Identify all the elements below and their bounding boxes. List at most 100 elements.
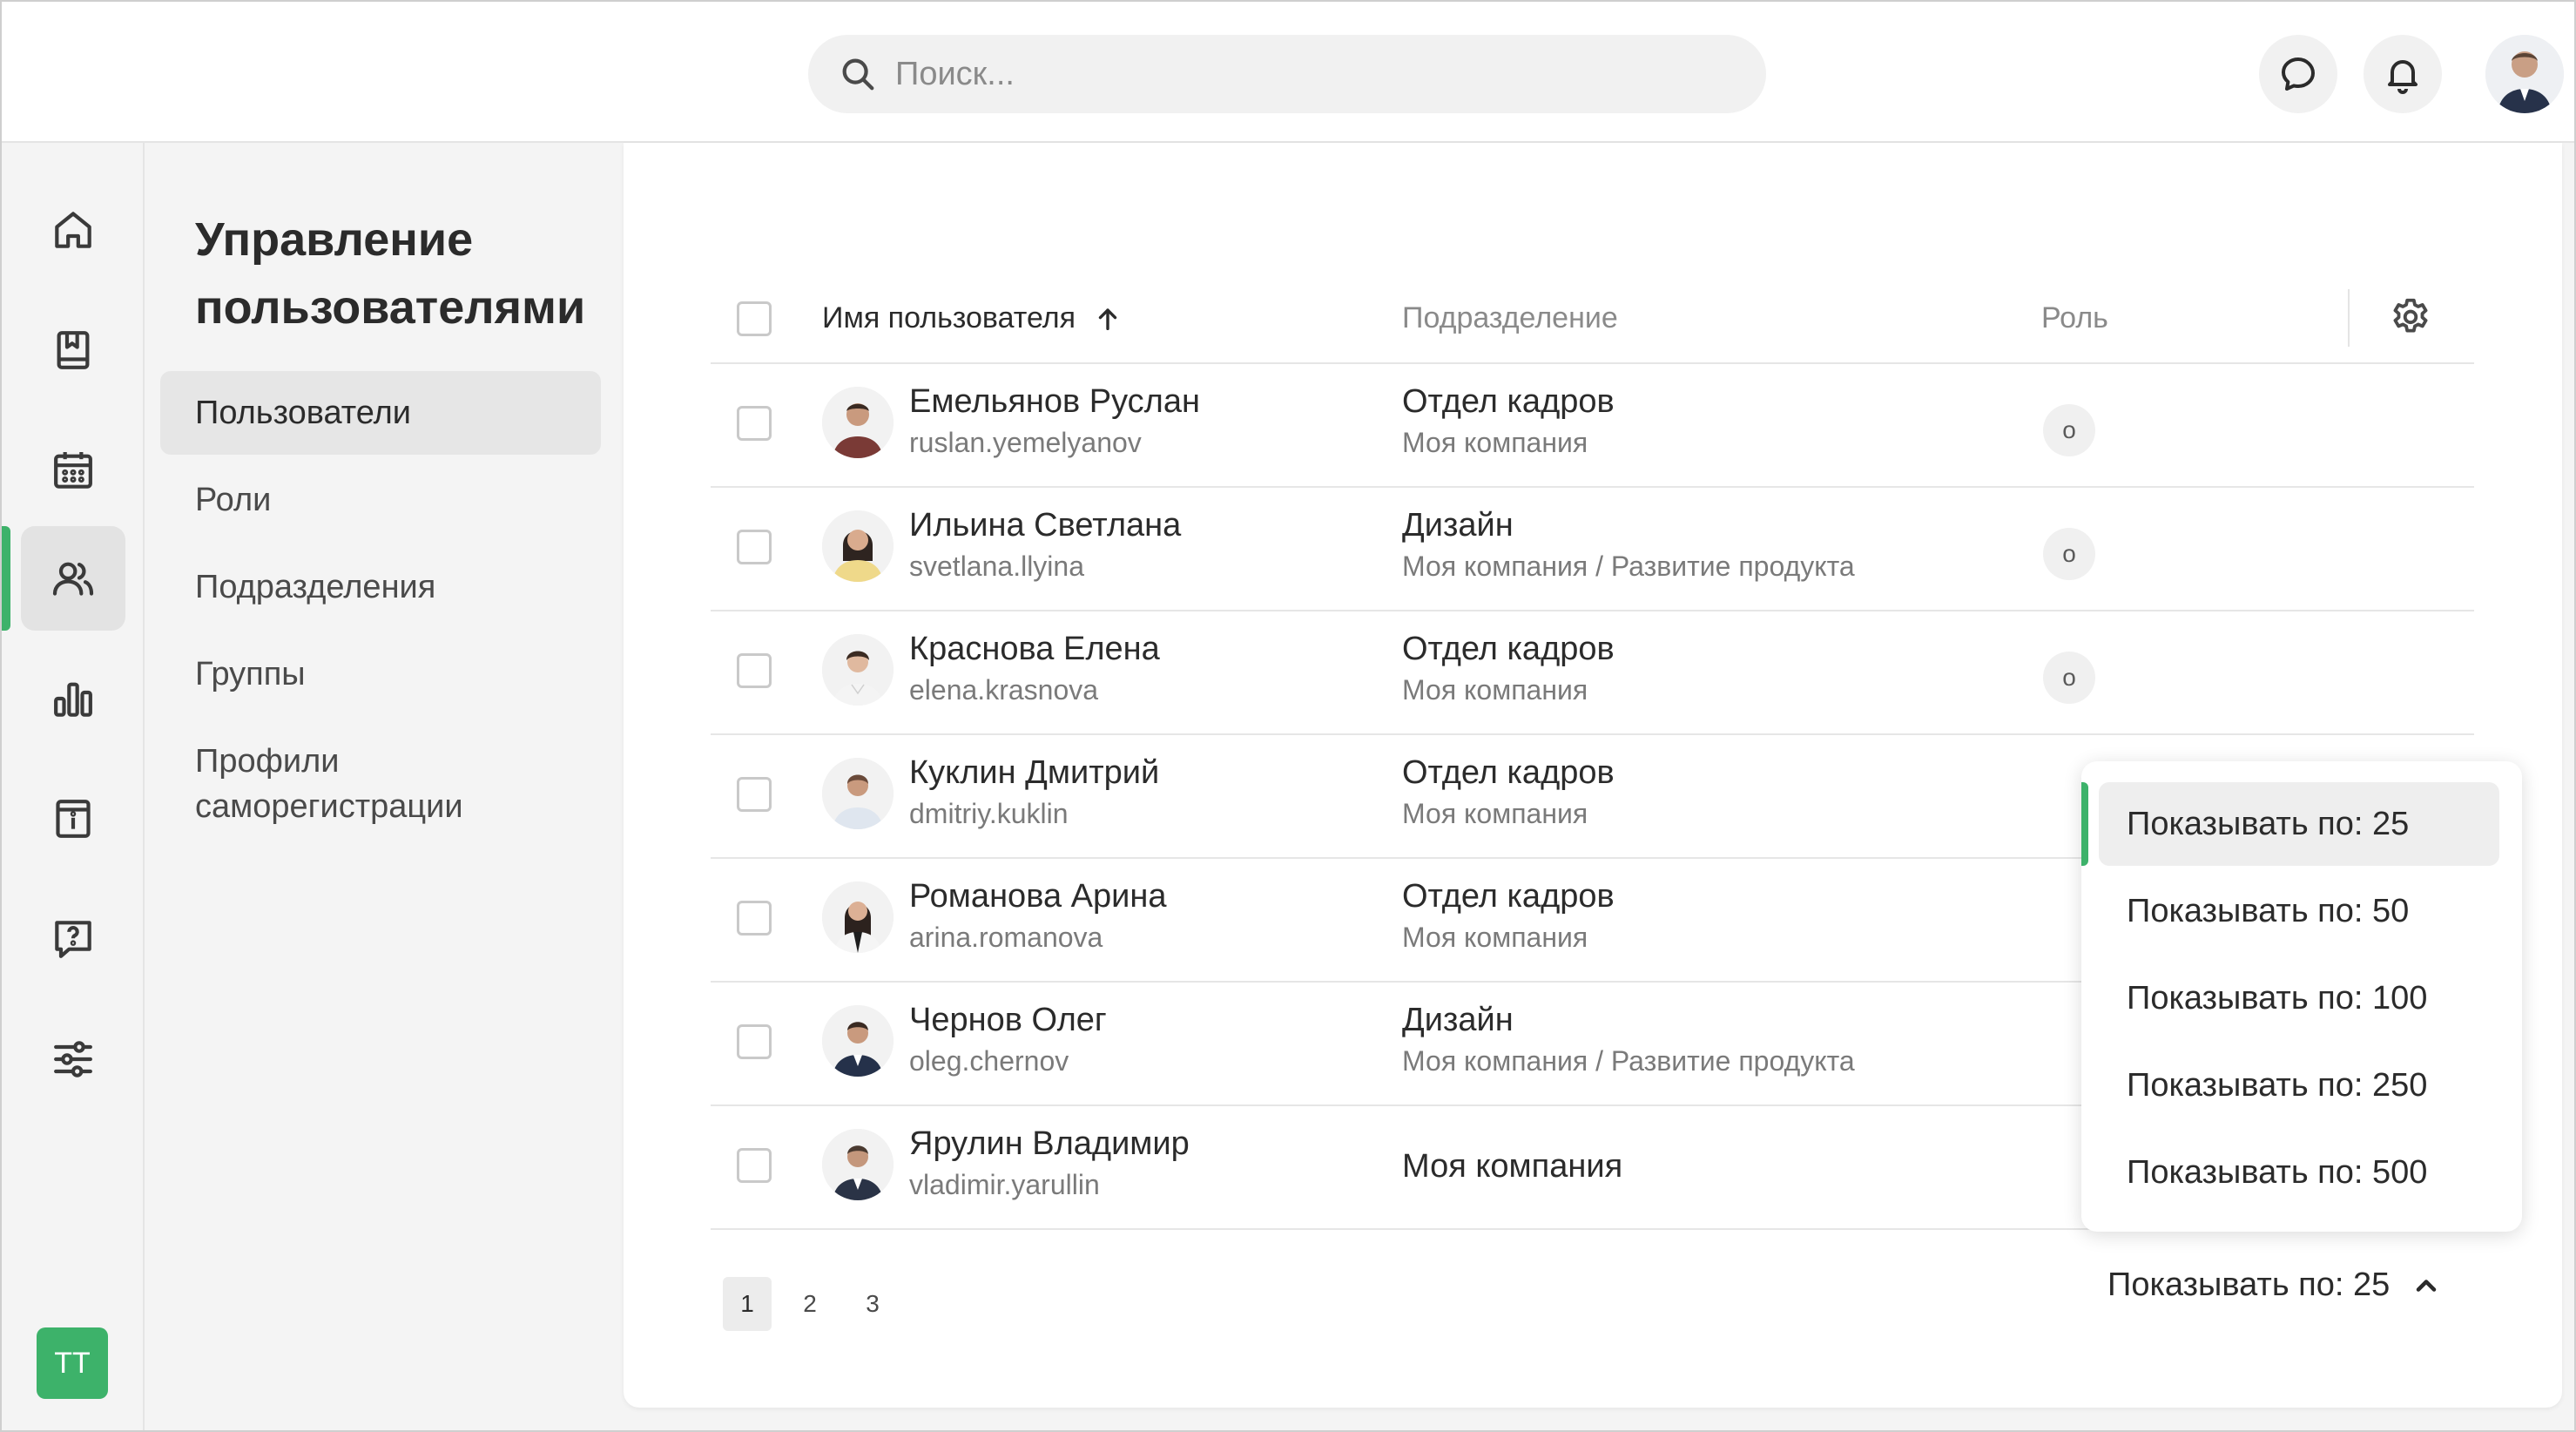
dropdown-selected-indicator [2081, 782, 2088, 866]
chevron-up-icon [2417, 1279, 2437, 1292]
subnav-item-groups[interactable]: Группы [160, 632, 601, 716]
department-name: Дизайн [1402, 507, 1514, 544]
page-size-option-100[interactable]: Показывать по: 100 [2099, 956, 2499, 1040]
subnav-item-label: Группы [195, 656, 306, 692]
page-size-option-25[interactable]: Показывать по: 25 [2099, 782, 2499, 866]
table-row[interactable]: Краснова Елена elena.krasnova Отдел кадр… [711, 611, 2474, 735]
department-name: Отдел кадров [1402, 754, 1615, 791]
subnav-item-users[interactable]: Пользователи [160, 371, 601, 455]
user-name[interactable]: Куклин Дмитрий [909, 754, 1159, 792]
chart-icon [54, 682, 92, 717]
book-icon [57, 331, 90, 369]
rail-knowledge[interactable] [21, 298, 125, 402]
department-path: Моя компания / Развитие продукта [1402, 1045, 1855, 1077]
notifications-button[interactable] [2364, 35, 2442, 113]
row-checkbox[interactable] [737, 777, 772, 812]
select-all-checkbox[interactable] [737, 301, 772, 336]
avatar [822, 1129, 894, 1200]
sliders-icon [54, 1041, 92, 1077]
chat-bubble-icon [2282, 57, 2315, 91]
help-icon [55, 921, 91, 958]
column-header-department[interactable]: Подразделение [1402, 301, 1618, 335]
avatar [822, 1005, 894, 1077]
user-name[interactable]: Краснова Елена [909, 631, 1160, 668]
subnav-item-label: Подразделения [195, 569, 436, 605]
user-name[interactable]: Ярулин Владимир [909, 1125, 1190, 1163]
user-initials-badge[interactable]: ТТ [37, 1327, 108, 1399]
avatar [822, 387, 894, 458]
department-path: Моя компания [1402, 427, 1588, 458]
person-photo-icon [822, 634, 894, 706]
table-row[interactable]: Ильина Светлана svetlana.llyina Дизайн М… [711, 488, 2474, 611]
subnav-item-label: Роли [195, 482, 272, 518]
search-icon [842, 58, 874, 91]
rail-settings[interactable] [21, 1007, 125, 1111]
subnav-item-label: Пользователи [195, 395, 412, 431]
gear-icon[interactable] [2387, 294, 2434, 341]
table-header: Имя пользователя Подразделение Роль [711, 274, 2474, 364]
person-photo-icon [2485, 35, 2564, 113]
rail-home[interactable] [21, 178, 125, 282]
page-size-option-50[interactable]: Показывать по: 50 [2099, 869, 2499, 953]
role-badge[interactable]: о [2043, 404, 2095, 456]
avatar [822, 510, 894, 582]
subnav-item-roles[interactable]: Роли [160, 458, 601, 542]
chat-button[interactable] [2259, 35, 2337, 113]
page-size-option-250[interactable]: Показывать по: 250 [2099, 1044, 2499, 1127]
row-checkbox[interactable] [737, 1148, 772, 1183]
top-header [2, 2, 2574, 143]
user-name[interactable]: Емельянов Руслан [909, 383, 1200, 421]
role-badge[interactable]: о [2043, 652, 2095, 704]
person-photo-icon [822, 881, 894, 953]
row-checkbox[interactable] [737, 653, 772, 688]
user-login: vladimir.yarullin [909, 1169, 1100, 1200]
page-button-1[interactable]: 1 [723, 1277, 772, 1331]
role-badge[interactable]: о [2043, 528, 2095, 580]
page-title: Управление пользователями [195, 213, 586, 334]
department-name: Отдел кадров [1402, 631, 1615, 667]
rail-calendar[interactable] [21, 418, 125, 523]
section-nav: Управление пользователями Пользователи Р… [146, 143, 622, 1430]
user-login: dmitriy.kuklin [909, 798, 1069, 829]
subnav-item-self-registration[interactable]: Профили саморегистрации [160, 732, 526, 836]
row-checkbox[interactable] [737, 530, 772, 564]
bell-icon [2388, 60, 2418, 94]
page-size-selector[interactable]: Показывать по: 25 [2107, 1267, 2442, 1304]
avatar [822, 881, 894, 953]
rail-analytics[interactable] [21, 646, 125, 751]
department-path: Моя компания [1402, 798, 1588, 829]
person-photo-icon [822, 387, 894, 458]
search-bar[interactable] [808, 35, 1766, 113]
user-name[interactable]: Чернов Олег [909, 1002, 1107, 1039]
row-checkbox[interactable] [737, 1024, 772, 1059]
user-name[interactable]: Романова Арина [909, 878, 1166, 915]
avatar [822, 634, 894, 706]
rail-info[interactable] [21, 767, 125, 871]
department-name: Дизайн [1402, 1002, 1514, 1038]
column-divider [2348, 289, 2350, 347]
row-checkbox[interactable] [737, 901, 772, 936]
column-header-name[interactable]: Имя пользователя [822, 301, 1123, 335]
page-button-3[interactable]: 3 [848, 1277, 897, 1331]
column-header-label: Имя пользователя [822, 301, 1076, 334]
department-name: Моя компания [1402, 1148, 1623, 1185]
department-name: Отдел кадров [1402, 878, 1615, 915]
profile-avatar[interactable] [2485, 35, 2564, 113]
rail-users[interactable] [21, 526, 125, 631]
avatar [822, 758, 894, 829]
row-checkbox[interactable] [737, 406, 772, 441]
page-size-option-500[interactable]: Показывать по: 500 [2099, 1131, 2499, 1214]
page-button-2[interactable]: 2 [786, 1277, 834, 1331]
column-header-role[interactable]: Роль [2041, 301, 2108, 335]
user-login: svetlana.llyina [909, 551, 1084, 582]
person-photo-icon [822, 1129, 894, 1200]
subnav-item-label: Профили саморегистрации [195, 743, 463, 825]
table-row[interactable]: Емельянов Руслан ruslan.yemelyanov Отдел… [711, 364, 2474, 488]
pagination: 1 2 3 [723, 1277, 911, 1331]
user-name[interactable]: Ильина Светлана [909, 507, 1181, 544]
department-name: Отдел кадров [1402, 383, 1615, 420]
rail-help[interactable] [21, 887, 125, 991]
subnav-item-departments[interactable]: Подразделения [160, 545, 601, 629]
search-input[interactable] [895, 55, 1679, 93]
person-photo-icon [822, 510, 894, 582]
